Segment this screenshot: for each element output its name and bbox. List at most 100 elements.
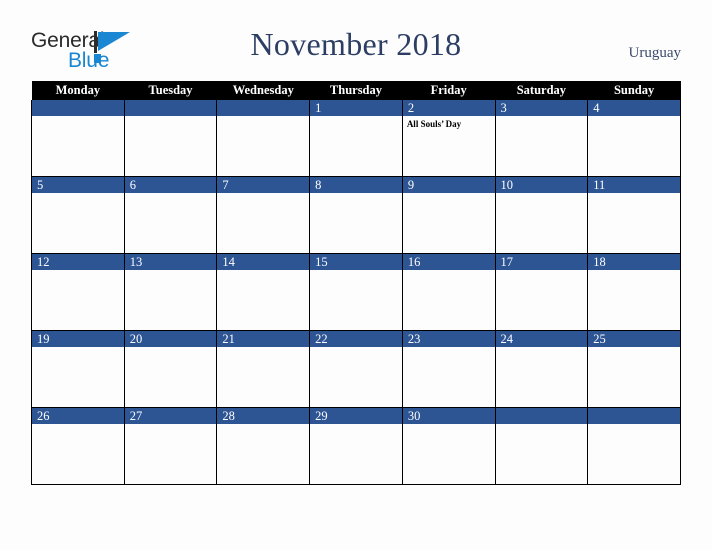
day-events: [496, 424, 588, 427]
day-cell[interactable]: 27: [123, 407, 218, 485]
day-number: 21: [217, 331, 310, 347]
day-number: 26: [32, 408, 124, 424]
day-number: 1: [310, 100, 402, 116]
day-number: 28: [217, 408, 310, 424]
day-number: 16: [402, 254, 495, 270]
day-events: [588, 424, 680, 427]
day-events: [125, 193, 217, 196]
day-cell[interactable]: 17: [494, 253, 589, 331]
day-cell[interactable]: 28: [216, 407, 311, 485]
day-events: [588, 270, 680, 273]
day-events: [32, 347, 124, 350]
day-cell[interactable]: 23: [401, 330, 496, 408]
day-number: 25: [588, 331, 680, 347]
day-number: [124, 100, 217, 116]
day-events: [403, 193, 495, 196]
day-cell[interactable]: 14: [216, 253, 311, 331]
day-cell[interactable]: 3: [494, 100, 589, 177]
day-cell[interactable]: 19: [31, 330, 125, 408]
day-cell[interactable]: 29: [309, 407, 403, 485]
weekday-header-saturday: Saturday: [495, 81, 588, 100]
locale-label: Uruguay: [628, 45, 682, 61]
day-cell[interactable]: [123, 100, 218, 177]
day-cell[interactable]: 11: [587, 176, 681, 254]
day-cell[interactable]: 12: [31, 253, 125, 331]
day-number: 9: [402, 177, 495, 193]
day-cell[interactable]: [494, 407, 589, 485]
day-events: All Souls’ Day: [403, 116, 495, 130]
day-number: 10: [495, 177, 588, 193]
day-cell[interactable]: 30: [401, 407, 496, 485]
day-number: 27: [124, 408, 217, 424]
day-number: [495, 408, 588, 424]
day-cell[interactable]: [31, 100, 125, 177]
day-events: [32, 270, 124, 273]
day-number: 17: [495, 254, 588, 270]
day-number: 2: [402, 100, 495, 116]
day-cell[interactable]: 9: [401, 176, 496, 254]
weekday-header-friday: Friday: [402, 81, 496, 100]
day-events: [588, 193, 680, 196]
month-grid: Monday Tuesday Wednesday Thursday Friday…: [31, 81, 681, 485]
day-number: 12: [32, 254, 124, 270]
day-number: 29: [310, 408, 402, 424]
day-cell[interactable]: 20: [123, 330, 218, 408]
week-row: 1 2 All Souls’ Day 3 4: [31, 100, 681, 177]
day-cell[interactable]: 6: [123, 176, 218, 254]
day-events: [32, 424, 124, 427]
day-number: [588, 408, 680, 424]
week-rows: 1 2 All Souls’ Day 3 4 5 6 7 8 9 10 11 12 13 14 15 16 17 1…: [31, 100, 681, 485]
day-cell[interactable]: 21: [216, 330, 311, 408]
day-number: 23: [402, 331, 495, 347]
day-events: [588, 116, 680, 119]
weekday-header-thursday: Thursday: [309, 81, 403, 100]
day-number: 3: [495, 100, 588, 116]
day-cell[interactable]: 18: [587, 253, 681, 331]
day-cell[interactable]: 26: [31, 407, 125, 485]
day-cell[interactable]: 10: [494, 176, 589, 254]
day-events: [496, 347, 588, 350]
day-events: [217, 193, 309, 196]
day-cell[interactable]: 7: [216, 176, 311, 254]
day-events: [496, 116, 588, 119]
day-events: [217, 347, 309, 350]
day-cell[interactable]: 15: [309, 253, 403, 331]
day-events: [310, 116, 402, 119]
day-events: [310, 193, 402, 196]
day-cell[interactable]: 1: [309, 100, 403, 177]
weekday-header-wednesday: Wednesday: [216, 81, 310, 100]
day-number: 8: [310, 177, 402, 193]
day-events: [310, 347, 402, 350]
day-number: 13: [124, 254, 217, 270]
day-events: [125, 116, 217, 119]
day-cell[interactable]: [587, 407, 681, 485]
day-cell[interactable]: 16: [401, 253, 496, 331]
day-cell[interactable]: 2 All Souls’ Day: [401, 100, 496, 177]
day-number: 15: [310, 254, 402, 270]
day-events: [310, 424, 402, 427]
day-events: [496, 193, 588, 196]
day-cell[interactable]: 5: [31, 176, 125, 254]
day-cell[interactable]: 8: [309, 176, 403, 254]
day-number: 19: [32, 331, 124, 347]
weekday-header-sunday: Sunday: [587, 81, 681, 100]
day-cell[interactable]: 24: [494, 330, 589, 408]
day-events: [217, 424, 309, 427]
day-cell[interactable]: 13: [123, 253, 218, 331]
day-number: 22: [310, 331, 402, 347]
day-events: [403, 270, 495, 273]
day-events: [217, 270, 309, 273]
day-cell[interactable]: [216, 100, 311, 177]
day-events: [125, 424, 217, 427]
day-cell[interactable]: 25: [587, 330, 681, 408]
day-number: 18: [588, 254, 680, 270]
day-cell[interactable]: 22: [309, 330, 403, 408]
week-row: 12 13 14 15 16 17 18: [31, 253, 681, 331]
day-number: 20: [124, 331, 217, 347]
day-cell[interactable]: 4: [587, 100, 681, 177]
day-number: 24: [495, 331, 588, 347]
day-number: 14: [217, 254, 310, 270]
day-events: [125, 270, 217, 273]
day-number: 11: [588, 177, 680, 193]
day-number: [32, 100, 124, 116]
